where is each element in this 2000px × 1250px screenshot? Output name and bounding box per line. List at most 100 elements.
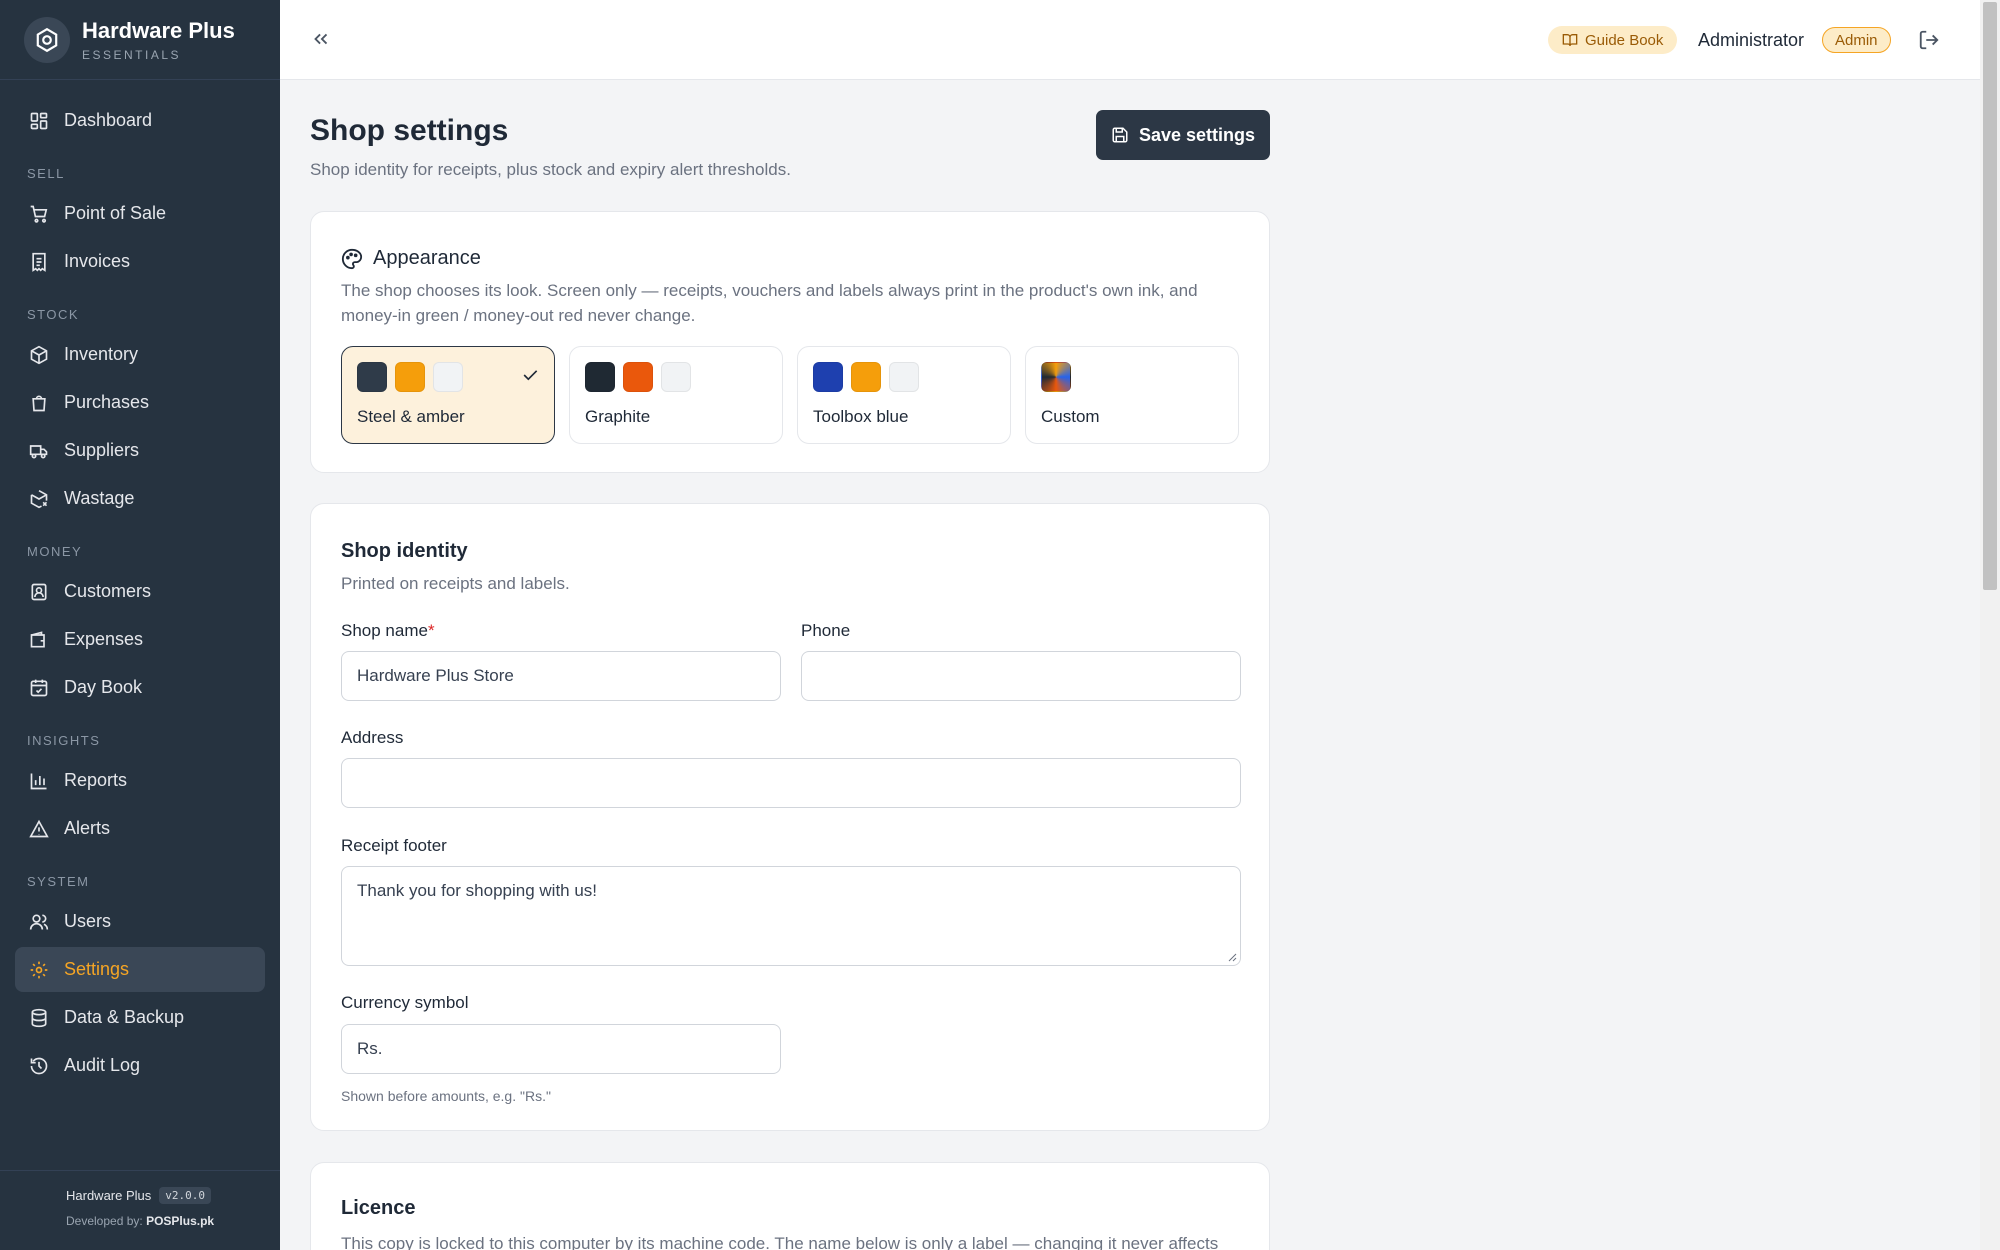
sidebar-item-settings[interactable]: Settings (15, 947, 265, 992)
receipt-icon (32, 252, 46, 272)
theme-option-toolbox-blue[interactable]: Toolbox blue (797, 346, 1011, 444)
footer-dev-name: POSPlus.pk (146, 1214, 215, 1228)
truck-icon (29, 444, 48, 458)
collapse-sidebar-icon[interactable] (310, 28, 332, 50)
sidebar-item-label: Users (64, 911, 112, 931)
appearance-card: Appearance The shop chooses its look. Sc… (310, 211, 1270, 473)
sidebar-item-suppliers[interactable]: Suppliers (15, 428, 265, 473)
sidebar-footer: Hardware Plus v2.0.0 Developed by: POSPl… (0, 1170, 280, 1250)
logout-icon[interactable] (1918, 29, 1940, 51)
save-icon (1112, 127, 1128, 143)
alert-triangle-icon (29, 819, 49, 837)
shop-name-label: Shop name* (341, 621, 435, 641)
sidebar-item-purchases[interactable]: Purchases (15, 380, 265, 425)
color-swatch (889, 362, 919, 392)
theme-name: Graphite (585, 407, 651, 426)
sidebar-item-alerts[interactable]: Alerts (15, 806, 265, 851)
package-x-icon (30, 489, 48, 508)
currency-symbol-value: Rs. (357, 1039, 383, 1058)
sidebar-item-label: Inventory (64, 344, 139, 364)
address-label: Address (341, 728, 404, 747)
sidebar-item-label: Dashboard (64, 110, 153, 130)
sidebar-item-label: Day Book (64, 677, 143, 697)
color-swatch (585, 362, 615, 392)
sidebar-item-day-book[interactable]: Day Book (15, 665, 265, 710)
sidebar-item-label: Audit Log (64, 1055, 141, 1075)
shop-name-input[interactable]: Hardware Plus Store (341, 651, 781, 701)
sidebar-item-users[interactable]: Users (15, 899, 265, 944)
color-swatch (623, 362, 653, 392)
color-swatch (395, 362, 425, 392)
gear-icon (30, 961, 48, 978)
sidebar-item-inventory[interactable]: Inventory (15, 332, 265, 377)
role-badge: Admin (1822, 27, 1891, 53)
sidebar-item-label: Purchases (64, 392, 150, 412)
nav-section-stock: STOCK (27, 307, 80, 322)
shop-name-label-text: Shop name (341, 621, 428, 640)
wallet-icon (30, 630, 45, 647)
save-settings-button[interactable]: Save settings (1096, 110, 1270, 160)
shopping-bag-icon (32, 395, 46, 411)
sidebar-item-expenses[interactable]: Expenses (15, 617, 265, 662)
save-settings-label: Save settings (1138, 124, 1256, 145)
check-icon (523, 370, 538, 381)
gear-logo-icon (24, 16, 70, 63)
currency-symbol-input[interactable]: Rs. (341, 1024, 781, 1074)
nav-section-insights: INSIGHTS (27, 733, 101, 748)
appearance-description: The shop chooses its look. Screen only —… (341, 281, 1198, 325)
theme-name: Custom (1041, 407, 1100, 426)
phone-input[interactable] (801, 651, 1241, 701)
guide-book-label: Guide Book (1585, 31, 1664, 49)
version-badge: v2.0.0 (159, 1187, 212, 1204)
sidebar-item-audit-log[interactable]: Audit Log (15, 1043, 265, 1088)
licence-title: Licence (341, 1197, 416, 1219)
sidebar-item-label: Reports (64, 770, 128, 790)
sidebar-item-label: Alerts (64, 818, 111, 838)
currency-symbol-label: Currency symbol (341, 993, 469, 1012)
nav-section-money: MONEY (27, 544, 83, 559)
page-scrollbar[interactable] (1980, 0, 2000, 1250)
footer-dev-prefix: Developed by: (66, 1214, 143, 1228)
receipt-footer-value: Thank you for shopping with us! (357, 881, 598, 900)
color-swatch (851, 362, 881, 392)
book-open-icon (1562, 34, 1578, 47)
color-swatch (357, 362, 387, 392)
receipt-footer-label: Receipt footer (341, 836, 447, 855)
shop-name-value: Hardware Plus Store (357, 666, 514, 685)
sidebar-item-label: Settings (64, 959, 130, 979)
nav-section-system: SYSTEM (27, 874, 90, 889)
palette-icon (341, 248, 363, 269)
color-swatch (433, 362, 463, 392)
contact-icon (31, 583, 47, 600)
brand-title: Hardware Plus (82, 17, 235, 43)
currency-symbol-hint: Shown before amounts, e.g. "Rs." (341, 1088, 551, 1104)
receipt-footer-textarea[interactable]: Thank you for shopping with us! (341, 866, 1241, 966)
resize-handle-icon[interactable] (1227, 952, 1237, 962)
sidebar-nav: Dashboard SELL Point of Sale Invoices ST… (0, 80, 280, 1088)
scrollbar-thumb[interactable] (1983, 2, 1997, 590)
sidebar-item-reports[interactable]: Reports (15, 758, 265, 803)
dashboard-icon (30, 112, 48, 129)
theme-option-graphite[interactable]: Graphite (569, 346, 783, 444)
shop-identity-subtitle: Printed on receipts and labels. (341, 574, 570, 593)
sidebar-item-label: Wastage (64, 488, 135, 508)
sidebar-item-dashboard[interactable]: Dashboard (15, 98, 265, 143)
bar-chart-icon (30, 773, 47, 789)
sidebar-item-invoices[interactable]: Invoices (15, 239, 265, 284)
topbar: Guide Book Administrator Admin (280, 0, 1980, 80)
address-input[interactable] (341, 758, 1241, 808)
sidebar-item-data-backup[interactable]: Data & Backup (15, 995, 265, 1040)
cart-icon (30, 205, 48, 223)
nav-section-sell: SELL (27, 166, 65, 181)
sidebar-item-customers[interactable]: Customers (15, 569, 265, 614)
guide-book-button[interactable]: Guide Book (1548, 26, 1678, 54)
color-swatch (661, 362, 691, 392)
theme-option-steel-amber[interactable]: Steel & amber (341, 346, 555, 444)
sidebar-item-label: Expenses (64, 629, 144, 649)
theme-option-custom[interactable]: Custom (1025, 346, 1239, 444)
page-title: Shop settings (310, 114, 509, 147)
shop-identity-card: Shop identity Printed on receipts and la… (310, 503, 1270, 1131)
sidebar-item-point-of-sale[interactable]: Point of Sale (15, 191, 265, 236)
sidebar-item-wastage[interactable]: Wastage (15, 476, 265, 521)
footer-app-name: Hardware Plus (66, 1188, 152, 1203)
